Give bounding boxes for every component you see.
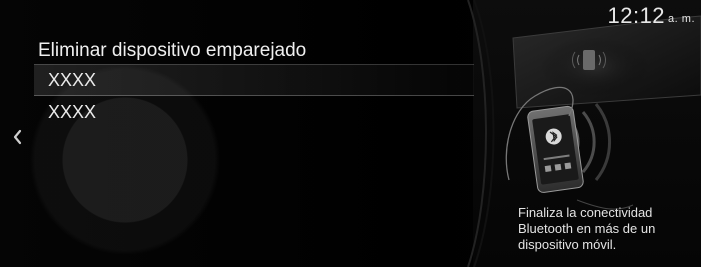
- screen: 12:12 a. m. Eliminar dispositivo empareja…: [0, 0, 701, 267]
- clock-time: 12:12: [607, 3, 666, 28]
- device-name: XXXX: [48, 102, 97, 122]
- chevron-left-icon[interactable]: [9, 128, 27, 146]
- status-clock: 12:12 a. m.: [607, 3, 695, 29]
- paired-device-list: XXXX XXXX: [34, 64, 474, 128]
- paired-device-item[interactable]: XXXX: [34, 96, 474, 128]
- help-text: Finaliza la conectividad Bluetooth en má…: [518, 205, 656, 252]
- device-name: XXXX: [48, 70, 97, 90]
- clock-ampm: a. m.: [668, 13, 695, 25]
- paired-device-item[interactable]: XXXX: [34, 64, 474, 96]
- back-arrow-icon: [13, 129, 22, 145]
- panel-divider: [467, 0, 495, 267]
- divider: [34, 64, 474, 65]
- page-title: Eliminar dispositivo emparejado: [38, 40, 307, 61]
